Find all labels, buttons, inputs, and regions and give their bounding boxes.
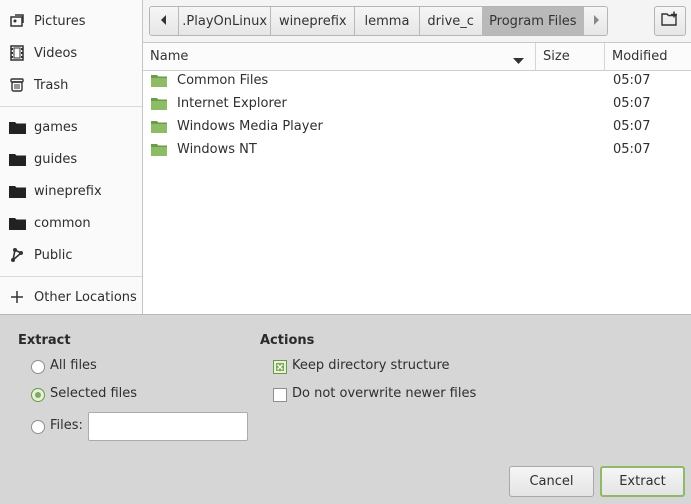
- new-folder-button[interactable]: [654, 6, 686, 36]
- folder-icon: [0, 120, 34, 134]
- sidebar-item-label: common: [34, 215, 91, 231]
- sidebar-item-games[interactable]: games: [0, 111, 142, 143]
- chevron-right-icon: [592, 14, 600, 29]
- file-row[interactable]: Common Files 05:07: [143, 70, 691, 93]
- column-header-label: Modified: [612, 49, 668, 64]
- sidebar-separator: [0, 276, 142, 277]
- file-row[interactable]: Windows Media Player 05:07: [143, 116, 691, 139]
- files-pattern-label[interactable]: Files:: [50, 418, 83, 433]
- sort-descending-icon: [513, 54, 524, 69]
- file-row[interactable]: Internet Explorer 05:07: [143, 93, 691, 116]
- sidebar-item-trash[interactable]: Trash: [0, 69, 142, 101]
- keep-structure-checkbox[interactable]: [273, 360, 287, 374]
- folder-icon: [151, 143, 167, 161]
- new-folder-icon: [661, 11, 679, 31]
- sidebar-item-wineprefix[interactable]: wineprefix: [0, 175, 142, 207]
- places-sidebar: Pictures Videos Trash games guides winep…: [0, 0, 143, 315]
- file-name: Common Files: [177, 73, 269, 88]
- extract-button[interactable]: Extract: [600, 466, 685, 497]
- keep-structure-label[interactable]: Keep directory structure: [292, 358, 450, 373]
- file-name: Internet Explorer: [177, 96, 287, 111]
- extract-section-title: Extract: [18, 333, 71, 348]
- panel-divider: [0, 314, 691, 315]
- column-header-name[interactable]: Name: [150, 43, 530, 70]
- videos-icon: [0, 45, 34, 61]
- folder-icon: [0, 184, 34, 198]
- sidebar-item-label: Other Locations: [34, 289, 137, 305]
- actions-section-title: Actions: [260, 333, 315, 348]
- path-scroll-left-button[interactable]: [150, 7, 179, 35]
- sidebar-item-label: games: [34, 119, 78, 135]
- sidebar-item-guides[interactable]: guides: [0, 143, 142, 175]
- column-header-size[interactable]: Size: [543, 43, 603, 70]
- all-files-label[interactable]: All files: [50, 358, 97, 373]
- path-bar: .PlayOnLinux wineprefix lemma drive_c Pr…: [149, 6, 608, 36]
- path-crumb-lemma[interactable]: lemma: [355, 7, 420, 35]
- sidebar-item-label: guides: [34, 151, 78, 167]
- folder-icon: [0, 216, 34, 230]
- files-pattern-radio[interactable]: [31, 420, 45, 434]
- chevron-left-icon: [160, 14, 168, 29]
- all-files-radio[interactable]: [31, 360, 45, 374]
- folder-icon: [151, 74, 167, 92]
- no-overwrite-label[interactable]: Do not overwrite newer files: [292, 386, 476, 401]
- file-name: Windows NT: [177, 142, 257, 157]
- column-separator: [535, 43, 536, 70]
- no-overwrite-checkbox[interactable]: [273, 388, 287, 402]
- path-scroll-right-button[interactable]: [584, 7, 607, 35]
- folder-icon: [151, 97, 167, 115]
- path-crumb-wineprefix[interactable]: wineprefix: [271, 7, 356, 35]
- folder-icon: [151, 120, 167, 138]
- sidebar-item-public[interactable]: Public: [0, 239, 142, 271]
- folder-icon: [0, 152, 34, 166]
- share-icon: [0, 247, 34, 263]
- sidebar-item-label: Public: [34, 247, 73, 263]
- pictures-icon: [0, 13, 34, 29]
- sidebar-item-label: Trash: [34, 77, 69, 93]
- trash-icon: [0, 77, 34, 93]
- column-header-label: Size: [543, 49, 570, 64]
- selected-files-radio[interactable]: [31, 388, 45, 402]
- column-separator: [604, 43, 605, 70]
- file-row[interactable]: Windows NT 05:07: [143, 139, 691, 162]
- file-modified: 05:07: [613, 73, 651, 88]
- column-header-modified[interactable]: Modified: [612, 43, 691, 70]
- sidebar-item-other-locations[interactable]: Other Locations: [0, 281, 142, 313]
- sidebar-item-videos[interactable]: Videos: [0, 37, 142, 69]
- selected-files-label[interactable]: Selected files: [50, 386, 137, 401]
- files-pattern-input[interactable]: [88, 412, 248, 441]
- sidebar-item-label: Pictures: [34, 13, 86, 29]
- file-modified: 05:07: [613, 142, 651, 157]
- sidebar-item-label: wineprefix: [34, 183, 102, 199]
- cancel-button[interactable]: Cancel: [509, 466, 594, 497]
- sidebar-item-common[interactable]: common: [0, 207, 142, 239]
- file-modified: 05:07: [613, 96, 651, 111]
- sidebar-item-label: Videos: [34, 45, 78, 61]
- file-modified: 05:07: [613, 119, 651, 134]
- sidebar-separator: [0, 106, 142, 107]
- plus-icon: [0, 291, 34, 303]
- column-header-label: Name: [150, 49, 189, 64]
- path-crumb-playonlinux[interactable]: .PlayOnLinux: [178, 7, 272, 35]
- path-crumb-drive-c[interactable]: drive_c: [419, 7, 483, 35]
- checkmark-icon: [276, 363, 284, 371]
- sidebar-item-pictures[interactable]: Pictures: [0, 5, 142, 37]
- file-name: Windows Media Player: [177, 119, 323, 134]
- file-list-header: Name Size Modified: [143, 43, 691, 71]
- path-crumb-program-files[interactable]: Program Files: [482, 7, 585, 35]
- file-list: Name Size Modified Common Files 05:07 In…: [143, 42, 691, 315]
